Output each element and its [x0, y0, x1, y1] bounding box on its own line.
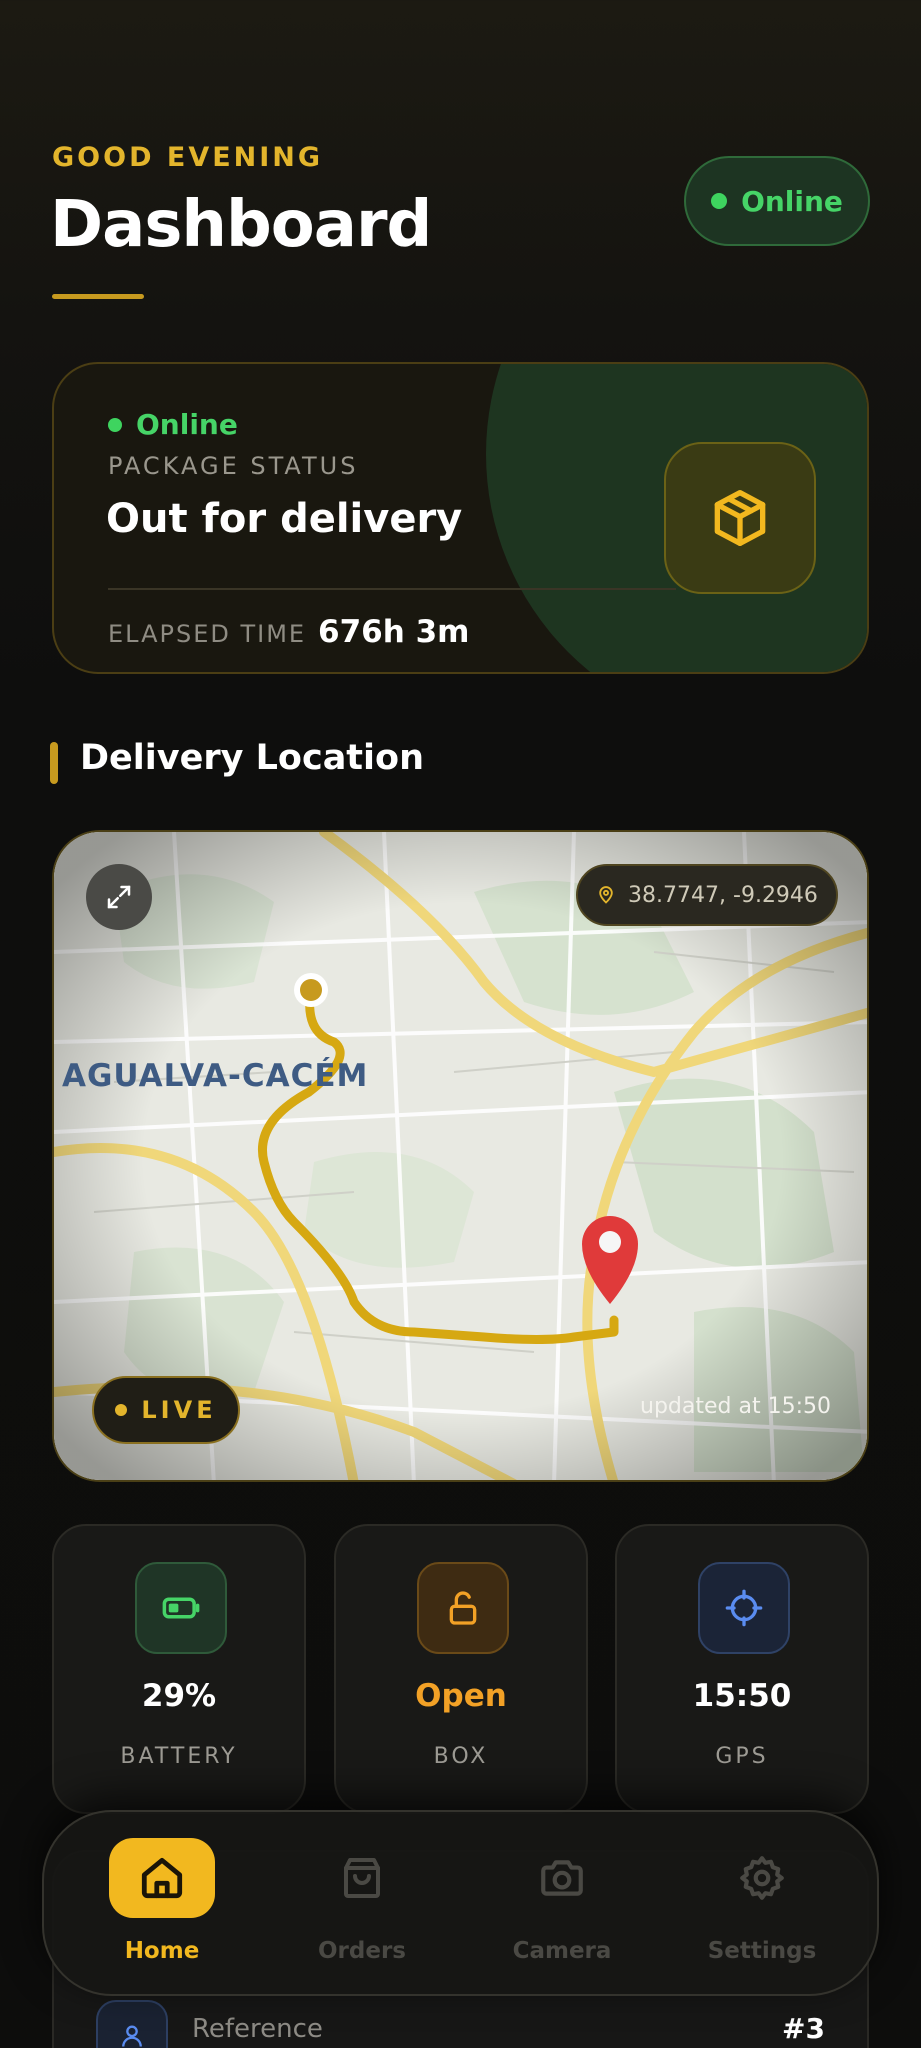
battery-icon-box [135, 1562, 227, 1654]
gps-stat-card: 15:50 GPS [615, 1524, 869, 1814]
nav-camera-icon-wrap[interactable] [509, 1838, 615, 1918]
status-text: Online [741, 184, 843, 218]
map-updated-time: updated at 15:50 [640, 1394, 831, 1419]
reference-label: Reference [192, 2014, 323, 2044]
status-dot-icon [711, 193, 728, 209]
package-status-card: Online PACKAGE STATUS Out for delivery E… [52, 362, 869, 674]
gps-value: 15:50 [692, 1678, 792, 1714]
elapsed-time-label: ELAPSED TIME [108, 620, 307, 648]
section-title: Delivery Location [80, 738, 425, 778]
shopping-bag-icon [344, 1858, 380, 1898]
nav-label-settings[interactable]: Settings [682, 1938, 842, 1964]
map-city-label: AGUALVA-CACÉM [62, 1058, 369, 1094]
gps-label: GPS [715, 1744, 769, 1769]
nav-item-orders[interactable]: Orders [282, 1838, 442, 1978]
expand-map-button[interactable] [86, 864, 152, 930]
reference-value: #3 [782, 2012, 825, 2045]
nav-home-icon-wrap[interactable] [109, 1838, 215, 1918]
box-value: Open [415, 1678, 507, 1714]
package-online-label: Online [136, 408, 238, 441]
home-icon [141, 1857, 183, 1899]
nav-item-home[interactable]: Home [82, 1838, 242, 1978]
bottom-navigation: Home Orders Camera Settings [42, 1810, 879, 1996]
package-status-label: PACKAGE STATUS [108, 452, 359, 480]
delivery-map[interactable]: AGUALVA-CACÉM 38.7747, -9.2946 LIVE upda… [52, 830, 869, 1482]
connection-status-badge: Online [684, 156, 870, 246]
package-icon [714, 490, 766, 546]
greeting-text: GOOD EVENING [52, 142, 324, 173]
nav-settings-icon-wrap[interactable] [709, 1838, 815, 1918]
package-icon-box [664, 442, 816, 594]
user-icon-box [96, 2000, 168, 2048]
battery-label: BATTERY [120, 1744, 238, 1769]
elapsed-time-value: 676h 3m [318, 614, 470, 650]
expand-icon [107, 885, 131, 909]
live-label: LIVE [141, 1396, 217, 1424]
package-status-value: Out for delivery [106, 496, 463, 542]
unlock-icon [449, 1591, 477, 1625]
nav-item-settings[interactable]: Settings [682, 1838, 842, 1978]
battery-stat-card: 29% BATTERY [52, 1524, 306, 1814]
crosshair-icon [725, 1589, 763, 1627]
title-underline [52, 294, 144, 299]
nav-label-orders[interactable]: Orders [282, 1938, 442, 1964]
coordinates-chip: 38.7747, -9.2946 [576, 864, 838, 926]
live-indicator: LIVE [92, 1376, 240, 1444]
section-accent-bar [50, 742, 58, 784]
nav-orders-icon-wrap[interactable] [309, 1838, 415, 1918]
online-dot-icon [108, 417, 122, 432]
battery-icon [162, 1597, 200, 1619]
box-icon-box [417, 1562, 509, 1654]
coordinates-text: 38.7747, -9.2946 [628, 882, 818, 908]
nav-label-camera[interactable]: Camera [482, 1938, 642, 1964]
camera-icon [541, 1860, 583, 1896]
package-online-indicator: Online [108, 408, 238, 441]
nav-label-home[interactable]: Home [82, 1938, 242, 1964]
box-stat-card: Open BOX [334, 1524, 588, 1814]
battery-value: 29% [141, 1678, 217, 1714]
user-icon [122, 2025, 142, 2047]
gear-icon [740, 1856, 784, 1900]
nav-item-camera[interactable]: Camera [482, 1838, 642, 1978]
location-pin-icon [599, 886, 613, 904]
divider [108, 588, 676, 590]
page-title: Dashboard [50, 188, 432, 262]
box-label: BOX [433, 1744, 489, 1769]
live-dot-icon [115, 1404, 128, 1416]
gps-icon-box [698, 1562, 790, 1654]
